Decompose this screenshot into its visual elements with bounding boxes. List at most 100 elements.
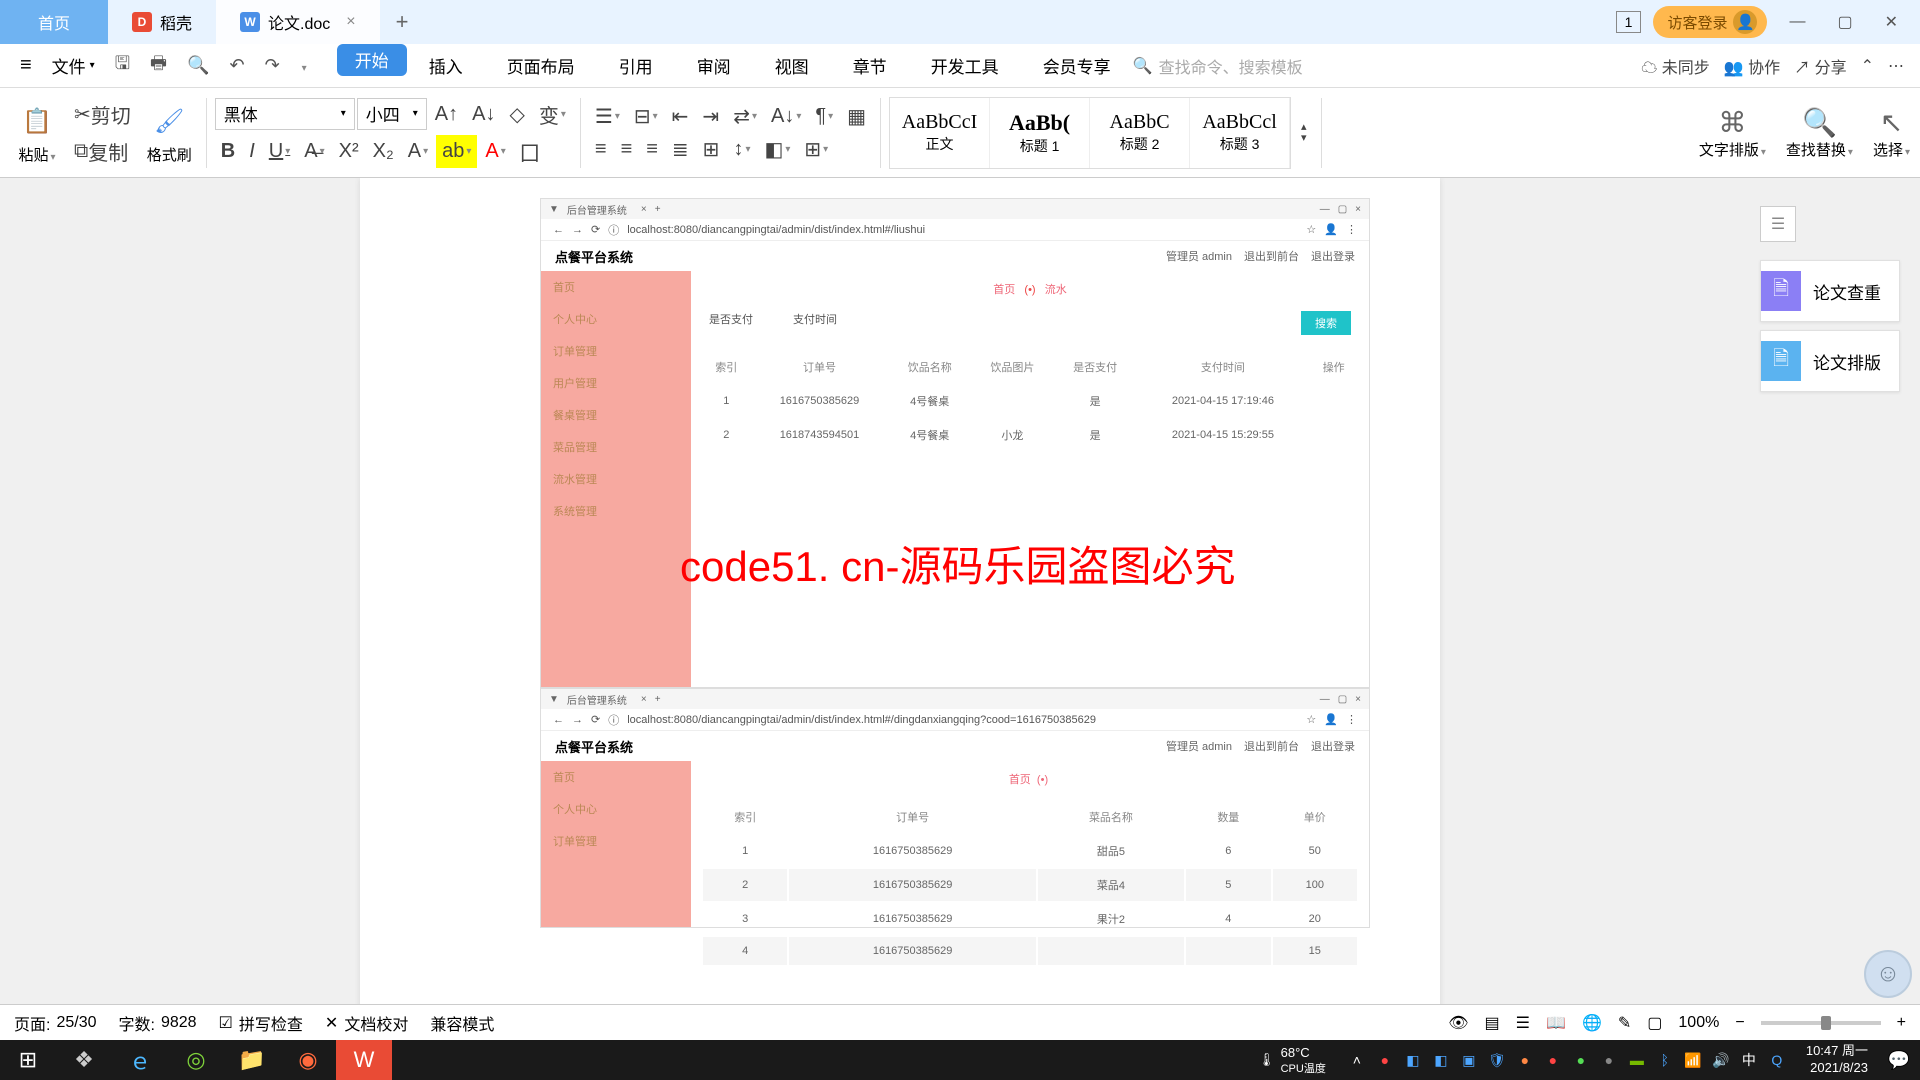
- thesis-check-button[interactable]: 🗎论文查重: [1760, 260, 1900, 322]
- menu-devtools[interactable]: 开发工具: [909, 44, 1021, 88]
- hamburger-icon[interactable]: ≡: [10, 54, 42, 77]
- phonetic-icon[interactable]: 变: [533, 98, 572, 131]
- line-spacing-icon[interactable]: ↕: [727, 135, 756, 164]
- zoom-in-icon[interactable]: +: [1897, 1014, 1906, 1032]
- explorer-icon[interactable]: 📁: [224, 1040, 280, 1080]
- outdent-icon[interactable]: ⇤: [666, 102, 695, 131]
- format-brush-icon[interactable]: 🖌: [148, 100, 190, 142]
- clear-format-icon[interactable]: ◇: [503, 98, 530, 131]
- tray-app2[interactable]: ◧: [1402, 1049, 1424, 1071]
- tray-app4[interactable]: ▣: [1458, 1049, 1480, 1071]
- menu-view[interactable]: 视图: [753, 44, 831, 88]
- bluetooth-icon[interactable]: ᛒ: [1654, 1049, 1676, 1071]
- login-button[interactable]: 访客登录 👤: [1653, 6, 1767, 38]
- justify-icon[interactable]: ≣: [666, 135, 695, 164]
- redo-icon[interactable]: ↷: [255, 55, 290, 76]
- tab-paper[interactable]: W 论文.doc ×: [216, 0, 380, 44]
- word-count[interactable]: 字数: 9828: [119, 1011, 197, 1035]
- new-tab-button[interactable]: +: [380, 9, 425, 35]
- start-button[interactable]: ⊞: [0, 1040, 56, 1080]
- obs-icon[interactable]: ❖: [56, 1040, 112, 1080]
- find-replace-button[interactable]: 🔍查找替换: [1786, 106, 1853, 160]
- collapse-ribbon-icon[interactable]: ⌃: [1861, 56, 1874, 76]
- menu-start[interactable]: 开始: [337, 44, 407, 76]
- align-right-icon[interactable]: ≡: [640, 135, 664, 164]
- style-h1[interactable]: AaBb(标题 1: [990, 98, 1090, 168]
- font-size-select[interactable]: 小四▾: [357, 98, 427, 130]
- menu-vip[interactable]: 会员专享: [1021, 44, 1133, 88]
- underline-icon[interactable]: U: [263, 135, 296, 168]
- style-scroll-icon[interactable]: ▴▾: [1295, 120, 1313, 146]
- window-count-badge[interactable]: 1: [1616, 11, 1642, 33]
- wps-icon[interactable]: W: [336, 1040, 392, 1080]
- menu-chapter[interactable]: 章节: [831, 44, 909, 88]
- bold-icon[interactable]: B: [215, 135, 241, 168]
- zoom-value[interactable]: 100%: [1678, 1014, 1719, 1032]
- save-icon[interactable]: 🖫: [105, 51, 140, 81]
- zoom-out-icon[interactable]: −: [1735, 1014, 1744, 1032]
- tray-app6[interactable]: ●: [1542, 1049, 1564, 1071]
- paste-icon[interactable]: 📋: [16, 100, 58, 142]
- cut-button[interactable]: ✂ 剪切: [68, 98, 137, 131]
- ie-icon[interactable]: ｅ: [112, 1040, 168, 1080]
- close-icon[interactable]: ×: [346, 13, 355, 31]
- more-quick-icon[interactable]: [290, 55, 317, 76]
- panel-toggle-icon[interactable]: ☰: [1760, 206, 1796, 242]
- preview-icon[interactable]: 🔍: [177, 55, 219, 76]
- tab-home[interactable]: 首页: [0, 0, 108, 44]
- menu-layout[interactable]: 页面布局: [485, 44, 597, 88]
- maximize-button[interactable]: ▢: [1827, 8, 1862, 36]
- menu-reference[interactable]: 引用: [597, 44, 675, 88]
- tray-app3[interactable]: ◧: [1430, 1049, 1452, 1071]
- shading-icon[interactable]: ◧: [758, 135, 796, 164]
- edge-icon[interactable]: ◎: [168, 1040, 224, 1080]
- assistant-avatar[interactable]: ☺: [1864, 950, 1912, 998]
- tray-nvidia-icon[interactable]: ▬: [1626, 1049, 1648, 1071]
- border-icon[interactable]: ▦: [841, 102, 872, 131]
- eye-icon[interactable]: 👁: [1448, 1013, 1468, 1033]
- sync-status[interactable]: ☁ 未同步: [1641, 54, 1709, 78]
- numbering-icon[interactable]: ⊟: [628, 102, 664, 131]
- subscript-icon[interactable]: X₂: [367, 135, 400, 168]
- highlight-icon[interactable]: ab: [436, 135, 477, 168]
- tray-app5[interactable]: ●: [1514, 1049, 1536, 1071]
- sort-icon[interactable]: A↓: [765, 102, 807, 131]
- app-icon[interactable]: ◉: [280, 1040, 336, 1080]
- tray-app8[interactable]: ●: [1598, 1049, 1620, 1071]
- volume-icon[interactable]: 🔊: [1710, 1049, 1732, 1071]
- view-page-icon[interactable]: ▤: [1485, 1013, 1500, 1033]
- notifications-icon[interactable]: 💬: [1878, 1040, 1920, 1080]
- char-border-icon[interactable]: 囗: [514, 135, 546, 168]
- bullets-icon[interactable]: ☰: [589, 102, 626, 131]
- copy-button[interactable]: ⧉ 复制: [68, 135, 137, 168]
- more-icon[interactable]: ⋯: [1888, 56, 1904, 76]
- print-icon[interactable]: 🖶: [140, 51, 177, 81]
- borders-icon[interactable]: ⊞: [798, 135, 834, 164]
- menu-insert[interactable]: 插入: [407, 44, 485, 88]
- tab-docai[interactable]: D 稻壳: [108, 0, 216, 44]
- file-menu[interactable]: 文件▾: [42, 53, 105, 78]
- spellcheck-toggle[interactable]: ☑ 拼写检查: [219, 1011, 303, 1035]
- style-normal[interactable]: AaBbCcI正文: [890, 98, 990, 168]
- weather-widget[interactable]: 🌡 68°CCPU温度: [1246, 1045, 1338, 1076]
- view-outline-icon[interactable]: ☰: [1516, 1013, 1530, 1033]
- fit-icon[interactable]: ▢: [1647, 1013, 1662, 1033]
- font-color-icon[interactable]: A: [479, 135, 511, 168]
- distribute-icon[interactable]: ⊞: [697, 135, 726, 164]
- command-search[interactable]: 🔍 查找命令、搜索模板: [1133, 54, 1303, 78]
- close-button[interactable]: ✕: [1875, 8, 1908, 36]
- tray-q-icon[interactable]: Q: [1766, 1049, 1788, 1071]
- text-layout-button[interactable]: ⌘文字排版: [1699, 106, 1766, 160]
- style-h2[interactable]: AaBbC标题 2: [1090, 98, 1190, 168]
- document-area[interactable]: ▼后台管理系统×+—▢× ←→⟳ⓘlocalhost:8080/diancang…: [0, 178, 1920, 1020]
- edit-icon[interactable]: ✎: [1618, 1013, 1631, 1033]
- shrink-font-icon[interactable]: A↓: [466, 98, 501, 131]
- view-web-icon[interactable]: 🌐: [1582, 1013, 1602, 1033]
- indent-icon[interactable]: ⇥: [696, 102, 725, 131]
- superscript-icon[interactable]: X²: [333, 135, 365, 168]
- view-read-icon[interactable]: 📖: [1546, 1013, 1566, 1033]
- style-gallery[interactable]: AaBbCcI正文 AaBb(标题 1 AaBbC标题 2 AaBbCcl标题 …: [889, 97, 1291, 169]
- tray-shield-icon[interactable]: 🛡: [1486, 1049, 1508, 1071]
- ime-icon[interactable]: 中: [1738, 1049, 1760, 1071]
- asian-layout-icon[interactable]: ⇄: [727, 102, 763, 131]
